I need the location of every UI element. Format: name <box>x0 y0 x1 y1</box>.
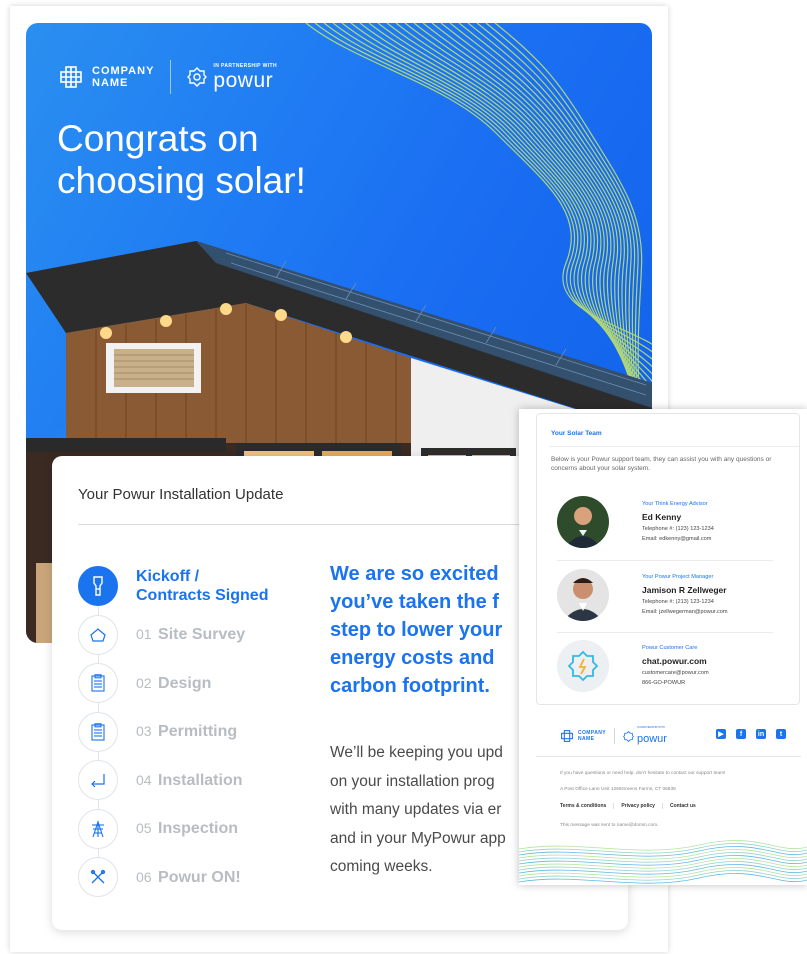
document-icon <box>78 566 118 607</box>
member-name[interactable]: chat.powur.com <box>642 656 707 666</box>
footer-powur-logo: IN PARTNERSHIP WITH powur <box>637 726 667 747</box>
powur-gear-icon <box>187 67 208 87</box>
footer-help-text: If you have questions or need help, don'… <box>560 771 726 776</box>
solar-team-intro: Below is your Powur support team, they c… <box>551 456 772 472</box>
solar-team-card: Your Solar Team Below is your Powur supp… <box>536 413 800 705</box>
member-email[interactable]: customercare@powur.com <box>642 670 709 676</box>
step-permitting-label: 03 Permitting <box>136 722 237 741</box>
step-kickoff-label-line2: Contracts Signed <box>136 587 269 605</box>
hero-headline-line1: Congrats on <box>57 118 259 159</box>
step-number: 05 <box>136 820 152 837</box>
company-logo: COMPANY NAME <box>58 64 154 90</box>
powur-wordmark: powur <box>213 69 274 92</box>
step-number: 01 <box>136 626 152 643</box>
step-number: 03 <box>136 723 152 740</box>
tower-icon <box>78 808 118 849</box>
member-divider <box>557 560 773 561</box>
member-role: Powur Customer Care <box>642 645 698 651</box>
step-installation-label: 04 Installation <box>136 771 242 790</box>
powur-gear-icon <box>623 730 634 742</box>
member-email[interactable]: Email: jzellwegerman@powur.com <box>642 609 728 615</box>
member-role: Your Think Energy Advisor <box>642 501 708 507</box>
installation-steps: Kickoff / Contracts Signed 01 Site Surve… <box>78 562 298 902</box>
twitter-icon[interactable]: t <box>776 729 786 739</box>
brand-row: COMPANY NAME IN PARTNERSHIP WITH powur <box>58 57 277 97</box>
step-name: Site Survey <box>158 626 246 644</box>
hero-headline-line2: choosing solar! <box>57 160 306 201</box>
step-design-label: 02 Design <box>136 674 211 693</box>
step-name: Inspection <box>158 820 239 838</box>
footer-brand: COMPANY NAME IN PARTNERSHIP WITH powur <box>560 725 667 747</box>
member-phone: Telephone #: (123) 123-1234 <box>642 526 714 532</box>
avatar <box>557 569 609 621</box>
step-number: 06 <box>136 868 152 885</box>
footer-address: A Post Office Lane Unit 1268Greens Farms… <box>560 787 676 792</box>
company-name-line1: COMPANY <box>92 65 155 77</box>
step-name: Design <box>158 674 212 692</box>
team-member-customer-care: Powur Customer Care chat.powur.com custo… <box>557 640 782 702</box>
update-title: Your Powur Installation Update <box>78 486 284 503</box>
member-role: Your Powur Project Manager <box>642 574 714 580</box>
linkedin-icon[interactable]: in <box>756 729 766 739</box>
footer-links: Terms & conditions Privacy policy Contac… <box>560 803 703 809</box>
clipboard-icon <box>78 711 118 752</box>
footer-company-line2: NAME <box>578 736 595 742</box>
step-kickoff-label: Kickoff / Contracts Signed <box>136 567 268 605</box>
step-site-survey[interactable]: 01 Site Survey <box>78 611 298 660</box>
step-name: Powur ON! <box>158 868 241 886</box>
solar-team-email-preview: Your Solar Team Below is your Powur supp… <box>519 409 807 885</box>
step-number: 04 <box>136 771 152 788</box>
social-links: ▶ f in t <box>716 729 786 739</box>
footer-wave-pattern <box>519 840 807 884</box>
step-kickoff[interactable]: Kickoff / Contracts Signed <box>78 562 298 611</box>
step-inspection[interactable]: 05 Inspection <box>78 805 298 854</box>
facebook-icon[interactable]: f <box>736 729 746 739</box>
terms-link[interactable]: Terms & conditions <box>560 803 613 809</box>
step-design[interactable]: 02 Design <box>78 659 298 708</box>
team-member-project-manager: Your Powur Project Manager Jamison R Zel… <box>557 569 782 631</box>
footer-sent-to: This message was sent to name@domin.com. <box>560 823 659 828</box>
step-kickoff-label-line1: Kickoff / <box>136 568 200 586</box>
youtube-icon[interactable]: ▶ <box>716 729 726 739</box>
company-name-line2: NAME <box>92 77 129 89</box>
company-logo-icon <box>561 730 573 742</box>
step-number: 02 <box>136 674 152 691</box>
step-powur-on[interactable]: 06 Powur ON! <box>78 853 298 902</box>
powur-logo: IN PARTNERSHIP WITH powur <box>187 63 277 91</box>
member-divider <box>557 632 773 633</box>
house-icon <box>78 614 118 655</box>
solar-team-divider <box>549 446 799 447</box>
step-name: Installation <box>158 771 243 789</box>
step-installation[interactable]: 04 Installation <box>78 756 298 805</box>
footer-company-name: COMPANY NAME <box>578 730 606 742</box>
install-arrow-icon <box>78 760 118 801</box>
member-phone: Telephone #: (213) 123-1234 <box>642 599 714 605</box>
solar-team-title: Your Solar Team <box>551 430 602 437</box>
step-name: Permitting <box>158 723 238 741</box>
member-phone: 866-GO-POWUR <box>642 680 686 686</box>
avatar <box>557 496 609 548</box>
brand-divider <box>170 60 172 94</box>
customer-care-icon <box>557 640 609 692</box>
footer-powur-wordmark: powur <box>637 732 667 745</box>
step-powur-on-label: 06 Powur ON! <box>136 868 241 887</box>
privacy-link[interactable]: Privacy policy <box>613 803 662 809</box>
hero-headline: Congrats on choosing solar! <box>57 118 397 202</box>
member-email[interactable]: Email: edkenny@gmail.com <box>642 536 711 542</box>
footer-divider <box>536 756 801 757</box>
company-name: COMPANY NAME <box>92 65 154 89</box>
footer-brand-divider <box>614 728 615 744</box>
clipboard-icon <box>78 663 118 704</box>
team-member-advisor: Your Think Energy Advisor Ed Kenny Telep… <box>557 496 782 558</box>
step-site-survey-label: 01 Site Survey <box>136 625 245 644</box>
member-name: Jamison R Zellweger <box>642 585 727 595</box>
member-name: Ed Kenny <box>642 512 682 522</box>
footer-partnership-label: IN PARTNERSHIP WITH <box>637 725 665 729</box>
tools-icon <box>78 857 118 898</box>
contact-link[interactable]: Contact us <box>661 803 703 809</box>
step-permitting[interactable]: 03 Permitting <box>78 708 298 757</box>
step-inspection-label: 05 Inspection <box>136 819 238 838</box>
company-logo-icon <box>60 66 82 88</box>
